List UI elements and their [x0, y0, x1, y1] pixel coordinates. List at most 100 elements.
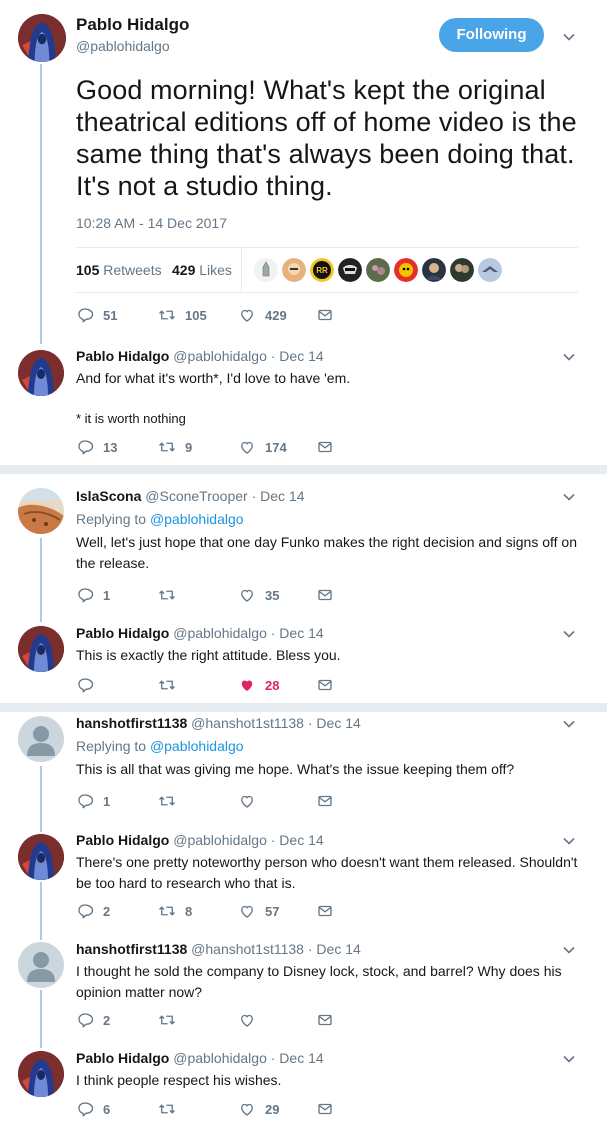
- dm-button[interactable]: [316, 438, 334, 456]
- like-button[interactable]: 429: [238, 306, 287, 324]
- reply-count: 13: [103, 439, 118, 455]
- dm-button[interactable]: [316, 792, 334, 810]
- reply-tweet[interactable]: hanshotfirst1138 @hanshot1st1138 · Dec 1…: [76, 714, 586, 780]
- like-button[interactable]: [238, 792, 265, 810]
- likes-stat[interactable]: 429 Likes: [172, 262, 232, 278]
- author-name[interactable]: IslaScona: [76, 488, 141, 504]
- author-handle[interactable]: @pablohidalgo: [173, 625, 267, 641]
- avatar[interactable]: [254, 258, 278, 282]
- author-handle[interactable]: @SconeTrooper: [145, 488, 247, 504]
- dm-button[interactable]: [316, 1011, 334, 1029]
- dm-button[interactable]: [316, 676, 334, 694]
- following-button[interactable]: Following: [439, 18, 544, 52]
- author-name[interactable]: Pablo Hidalgo: [76, 348, 169, 364]
- retweet-button[interactable]: 105: [158, 306, 207, 324]
- author-name[interactable]: Pablo Hidalgo: [76, 14, 189, 36]
- reply-icon: [76, 676, 94, 694]
- avatar[interactable]: [18, 1051, 64, 1097]
- avatar[interactable]: [282, 258, 306, 282]
- reply-tweet[interactable]: Pablo Hidalgo @pablohidalgo · Dec 14 The…: [76, 831, 586, 894]
- avatar[interactable]: [394, 258, 418, 282]
- author-handle[interactable]: @pablohidalgo: [173, 1050, 267, 1066]
- tweet-date[interactable]: · Dec 14: [308, 941, 361, 957]
- tweet-date[interactable]: · Dec 14: [271, 1050, 324, 1066]
- divider: [0, 465, 607, 474]
- tweet-actions: 1 35: [76, 586, 376, 606]
- author-name[interactable]: Pablo Hidalgo: [76, 1050, 169, 1066]
- author-handle[interactable]: @hanshot1st1138: [191, 941, 304, 957]
- avatar[interactable]: [18, 834, 64, 880]
- avatar[interactable]: [18, 488, 64, 534]
- reply-button[interactable]: 51: [76, 306, 117, 324]
- tweet-date[interactable]: · Dec 14: [271, 832, 324, 848]
- reply-icon: [76, 438, 94, 456]
- reply-button[interactable]: 6: [76, 1100, 110, 1118]
- reply-tweet[interactable]: Pablo Hidalgo @pablohidalgo · Dec 14 And…: [76, 347, 586, 429]
- author-name[interactable]: Pablo Hidalgo: [76, 625, 169, 641]
- tweet-date[interactable]: · Dec 14: [271, 348, 324, 364]
- author-name[interactable]: hanshotfirst1138: [76, 715, 187, 731]
- like-button[interactable]: 174: [238, 438, 287, 456]
- avatar[interactable]: [18, 626, 64, 672]
- tweet-timestamp[interactable]: 10:28 AM - 14 Dec 2017: [76, 215, 227, 231]
- dm-button[interactable]: [316, 586, 334, 604]
- chevron-down-icon[interactable]: [562, 30, 576, 44]
- replying-to-link[interactable]: @pablohidalgo: [150, 738, 244, 754]
- retweet-button[interactable]: [158, 1100, 185, 1118]
- author-name[interactable]: Pablo Hidalgo: [76, 832, 169, 848]
- avatar[interactable]: [478, 258, 502, 282]
- reply-tweet[interactable]: IslaScona @SconeTrooper · Dec 14 Replyin…: [76, 487, 586, 574]
- reply-button[interactable]: 13: [76, 438, 117, 456]
- retweets-stat[interactable]: 105 Retweets: [76, 262, 162, 278]
- author-handle[interactable]: @pablohidalgo: [173, 832, 267, 848]
- avatar[interactable]: RR: [310, 258, 334, 282]
- dm-button[interactable]: [316, 902, 334, 920]
- tweet-author[interactable]: Pablo Hidalgo @pablohidalgo: [76, 14, 189, 56]
- like-button[interactable]: 28: [238, 676, 279, 694]
- tweet-actions: 51 105 429: [76, 306, 376, 326]
- like-button[interactable]: 57: [238, 902, 279, 920]
- avatar[interactable]: [450, 258, 474, 282]
- reply-tweet[interactable]: hanshotfirst1138 @hanshot1st1138 · Dec 1…: [76, 940, 586, 1003]
- dm-button[interactable]: [316, 1100, 334, 1118]
- avatar[interactable]: [18, 942, 64, 988]
- author-handle[interactable]: @pablohidalgo: [76, 36, 189, 56]
- avatar[interactable]: [338, 258, 362, 282]
- reply-button[interactable]: 2: [76, 1011, 110, 1029]
- avatar[interactable]: [18, 350, 64, 396]
- tweet-actions: 2: [76, 1011, 376, 1031]
- tweet-date[interactable]: · Dec 14: [308, 715, 361, 731]
- reply-button[interactable]: 2: [76, 902, 110, 920]
- retweet-button[interactable]: 8: [158, 902, 192, 920]
- replying-to-link[interactable]: @pablohidalgo: [150, 511, 244, 527]
- like-count: 28: [265, 677, 280, 693]
- retweet-button[interactable]: [158, 1011, 185, 1029]
- retweet-button[interactable]: [158, 586, 185, 604]
- like-count: 57: [265, 903, 280, 919]
- like-button[interactable]: 29: [238, 1100, 279, 1118]
- like-button[interactable]: 35: [238, 586, 279, 604]
- dm-button[interactable]: [316, 306, 334, 324]
- reply-button[interactable]: [76, 676, 103, 694]
- tweet-date[interactable]: · Dec 14: [271, 625, 324, 641]
- avatar[interactable]: [18, 716, 64, 762]
- retweet-button[interactable]: 9: [158, 438, 192, 456]
- author-handle[interactable]: @pablohidalgo: [173, 348, 267, 364]
- author-name[interactable]: hanshotfirst1138: [76, 941, 187, 957]
- divider: [0, 703, 607, 712]
- retweet-icon: [158, 676, 176, 694]
- envelope-icon: [316, 902, 334, 920]
- retweet-icon: [158, 438, 176, 456]
- reply-button[interactable]: 1: [76, 586, 110, 604]
- avatar[interactable]: [422, 258, 446, 282]
- reply-tweet[interactable]: Pablo Hidalgo @pablohidalgo · Dec 14 Thi…: [76, 624, 586, 666]
- like-button[interactable]: [238, 1011, 265, 1029]
- retweet-button[interactable]: [158, 792, 185, 810]
- tweet-date[interactable]: · Dec 14: [252, 488, 305, 504]
- avatar[interactable]: [18, 14, 66, 62]
- author-handle[interactable]: @hanshot1st1138: [191, 715, 304, 731]
- reply-button[interactable]: 1: [76, 792, 110, 810]
- retweet-button[interactable]: [158, 676, 185, 694]
- avatar[interactable]: [366, 258, 390, 282]
- reply-tweet[interactable]: Pablo Hidalgo @pablohidalgo · Dec 14 I t…: [76, 1049, 586, 1091]
